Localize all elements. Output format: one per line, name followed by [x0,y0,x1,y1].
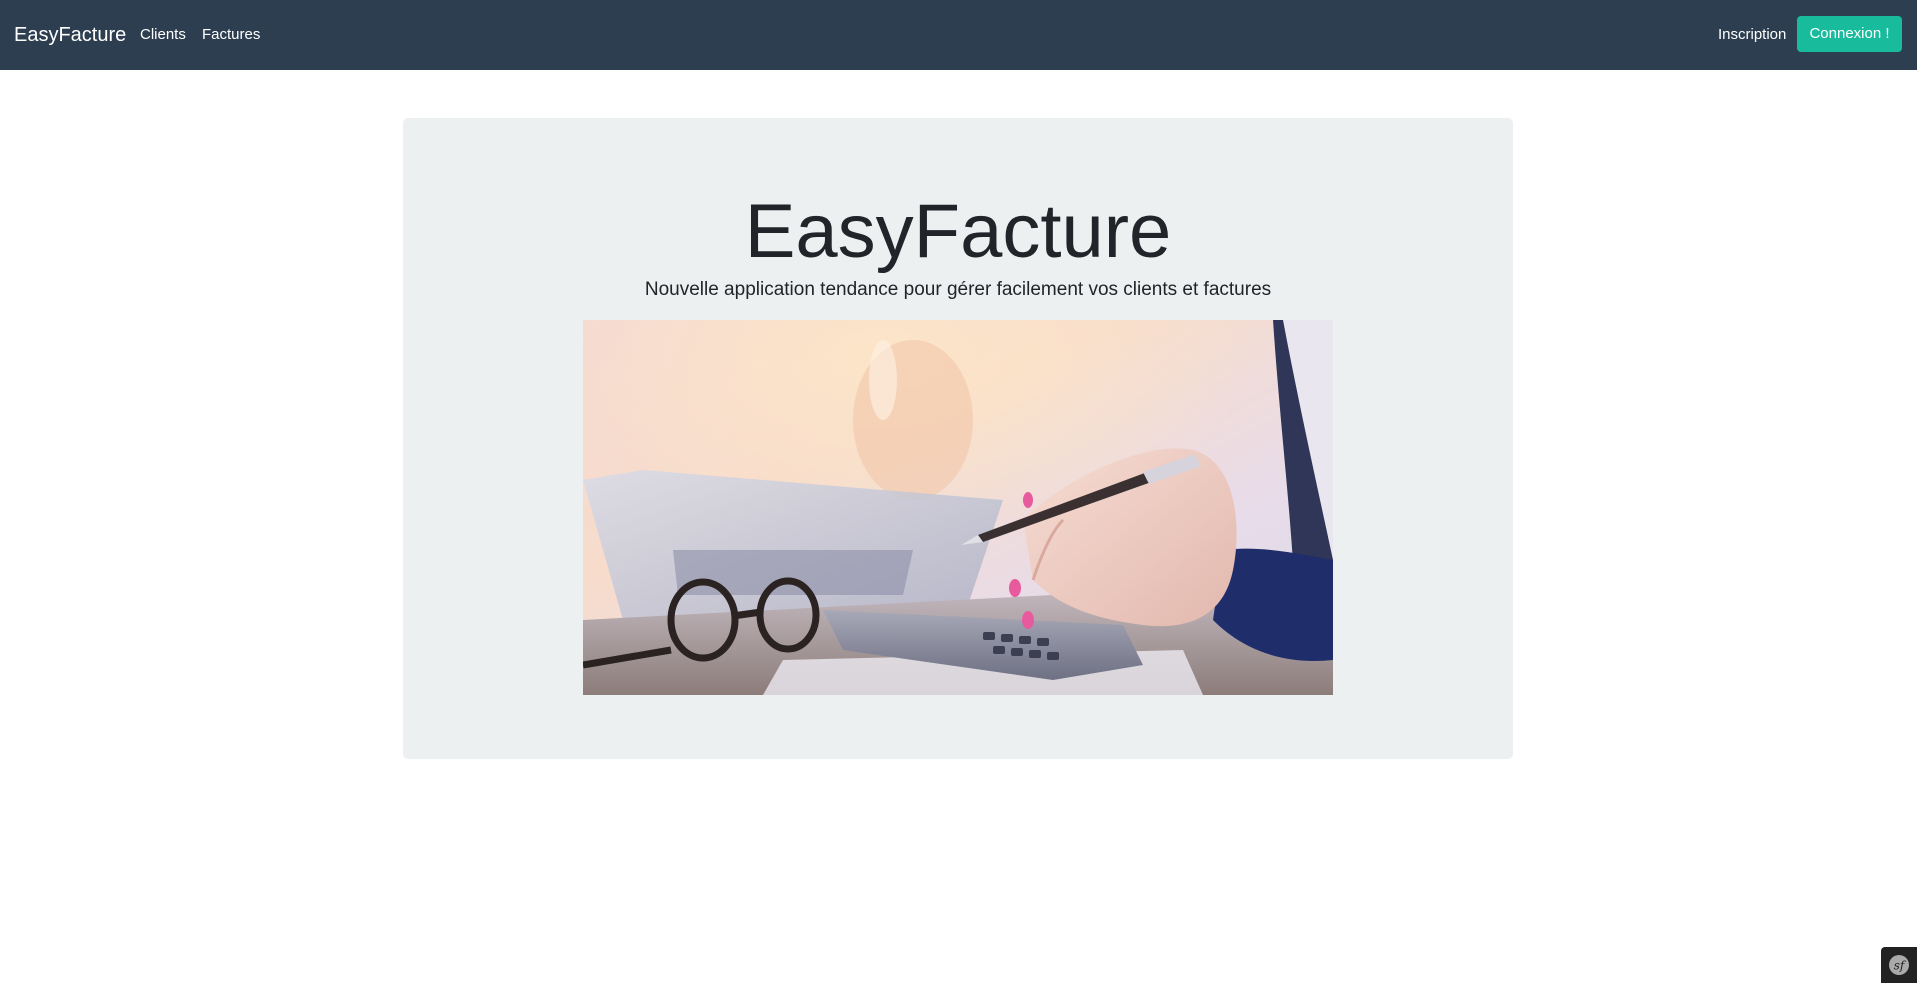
nav-link-clients[interactable]: Clients [140,25,186,45]
symfony-icon: sf [1889,955,1909,975]
hero-title: EasyFacture [744,189,1172,274]
hero-image [583,320,1333,695]
symfony-toolbar-button[interactable]: sf [1881,947,1917,983]
navbar: EasyFacture Clients Factures Inscription… [0,0,1917,70]
connexion-button[interactable]: Connexion ! [1797,16,1902,52]
nav-link-factures[interactable]: Factures [202,25,260,45]
brand-link[interactable]: EasyFacture [14,22,126,48]
nav-link-inscription[interactable]: Inscription [1718,25,1786,45]
hero-subtitle: Nouvelle application tendance pour gérer… [644,279,1272,300]
jumbotron: EasyFacture Nouvelle application tendanc… [403,118,1513,759]
